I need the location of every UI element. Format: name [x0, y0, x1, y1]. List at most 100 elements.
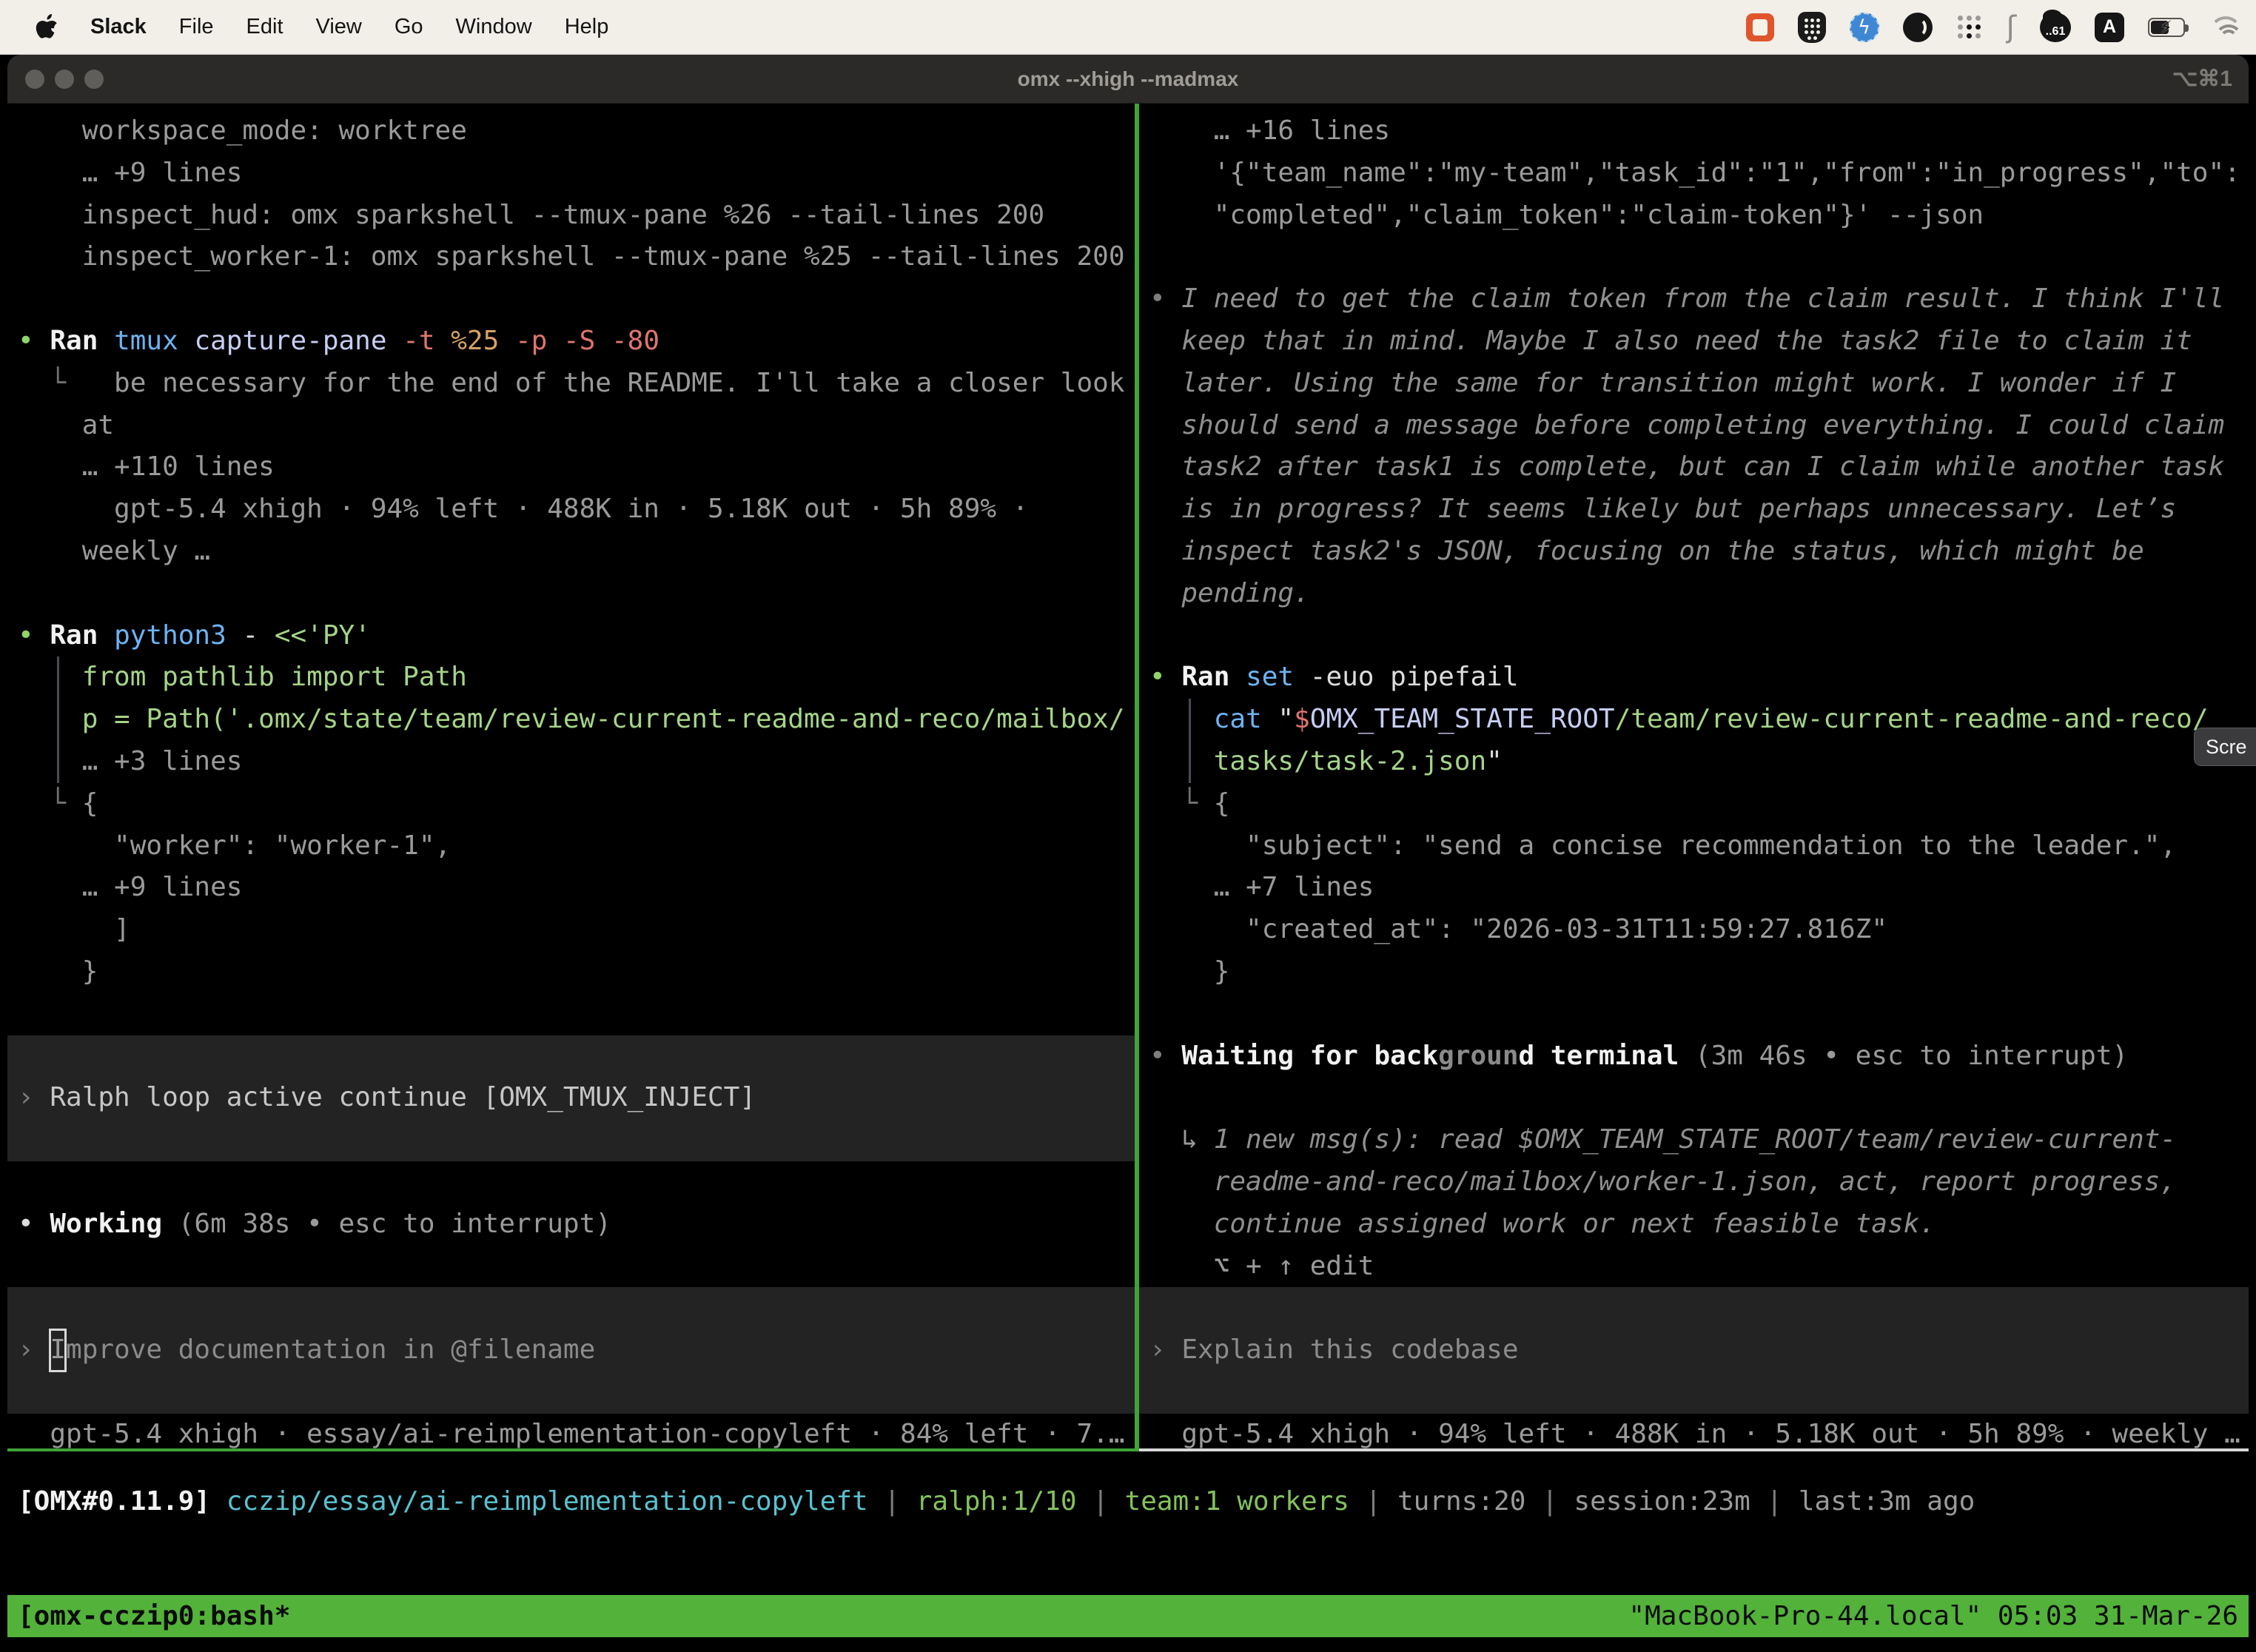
text-segment: Ralph loop active continue [OMX_TMUX_INJ… — [50, 1082, 756, 1112]
text-segment: [OMX#0.11.9] — [18, 1486, 226, 1517]
text-segment: … +16 lines — [1149, 115, 1390, 146]
menu-item-help[interactable]: Help — [565, 15, 609, 39]
terminal-line — [1139, 1371, 2249, 1414]
inactive-pane-border — [1139, 1448, 2249, 1451]
apple-menu-icon[interactable] — [34, 13, 59, 42]
omx-status-row: [OMX#0.11.9] cczip/essay/ai-reimplementa… — [7, 1481, 2249, 1523]
text-segment: | — [1349, 1486, 1397, 1517]
bullet-icon: • — [1149, 283, 1181, 314]
screen-share-badge[interactable]: Scre — [2194, 728, 2256, 766]
terminal-line: inspect_hud: omx sparkshell --tmux-pane … — [7, 195, 1135, 237]
indent-guide: │ — [18, 699, 82, 741]
text-segment: Waiting for back — [1181, 1041, 1438, 1071]
terminal-line — [1139, 993, 2249, 1035]
dots-grid-icon[interactable] — [1956, 14, 1983, 41]
bullet-icon: • — [18, 1209, 50, 1239]
omx-status-line: [OMX#0.11.9] cczip/essay/ai-reimplementa… — [7, 1481, 2249, 1523]
text-segment: set — [1246, 662, 1310, 692]
menu-item-edit[interactable]: Edit — [246, 15, 283, 39]
indent-guide: │ — [1149, 741, 1214, 783]
text-segment: -euo pipefail — [1310, 662, 1519, 692]
menu-item-view[interactable]: View — [316, 15, 362, 39]
text-segment: %25 — [451, 326, 515, 356]
terminal-line: └ { — [1139, 783, 2249, 825]
ran-set-line: • Ran set -euo pipefail — [1139, 657, 2249, 699]
indent-guide: │ — [18, 741, 82, 783]
text-segment: ralph:1/10 — [916, 1486, 1077, 1517]
prompt-icon: › — [18, 1334, 50, 1365]
text-segment: { — [82, 788, 98, 819]
text-segment: cczip/essay/ai-reimplementation-copyleft — [226, 1486, 868, 1517]
terminal-line — [7, 993, 1135, 1035]
terminal-line: } — [7, 951, 1135, 993]
terminal-line: later. Using the same for transition mig… — [1139, 363, 2249, 405]
text-segment: gpt-5.4 xhigh · 94% left · 488K in · 5.1… — [1149, 1419, 2240, 1449]
assistant-icon[interactable]: A — [2095, 13, 2124, 42]
charging-bolt-icon: ⚡ — [2160, 17, 2172, 38]
text-segment: workspace_mode: worktree — [18, 115, 467, 146]
wifi-icon[interactable] — [2209, 15, 2243, 40]
terminal-line: └ be necessary for the end of the README… — [7, 363, 1135, 405]
text-segment: cat — [1214, 704, 1278, 734]
terminal-line: … +7 lines — [1139, 867, 2249, 909]
text-segment: Ran — [50, 620, 114, 651]
terminal-line: … +9 lines — [7, 867, 1135, 909]
terminal-line: inspect_worker-1: omx sparkshell --tmux-… — [7, 236, 1135, 278]
hook-icon[interactable]: ʃ — [2007, 14, 2016, 41]
text-segment: at — [18, 410, 114, 440]
text-segment: task2 after task1 is complete, but can I… — [1149, 451, 2224, 482]
text-segment: groun — [1438, 1041, 1518, 1071]
tmux-session-window-label[interactable]: [omx-cczip0:bash* — [18, 1595, 290, 1637]
terminal-line — [7, 278, 1135, 320]
text-segment: | — [1525, 1486, 1574, 1517]
prompt-input[interactable]: › Improve documentation in @filename — [7, 1329, 1135, 1371]
terminal-line: task2 after task1 is complete, but can I… — [1139, 446, 2249, 488]
text-segment: session:23m — [1574, 1486, 1750, 1517]
ran-python-line: • Ran python3 - <<'PY' — [7, 615, 1135, 657]
text-segment: | — [1077, 1486, 1125, 1517]
terminal-line: "worker": "worker-1", — [7, 825, 1135, 867]
prompt-input[interactable]: › Explain this codebase — [1139, 1329, 2249, 1371]
terminal-line: readme-and-reco/mailbox/worker-1.json, a… — [1139, 1161, 2249, 1203]
text-segment: gpt-5.4 xhigh · 94% left · 488K in · 5.1… — [18, 494, 1028, 524]
window-title-bar[interactable]: omx --xhigh --madmax ⌥⌘1 — [7, 55, 2249, 104]
text-segment: inspect_hud: omx sparkshell --tmux-pane … — [18, 200, 1044, 230]
text-segment: -p -S -80 — [515, 326, 659, 356]
tmux-panes: workspace_mode: worktree … +9 lines insp… — [7, 104, 2249, 1448]
keypad-icon[interactable] — [1798, 12, 1826, 43]
terminal-line: continue assigned work or next feasible … — [1139, 1203, 2249, 1246]
arc-icon[interactable] — [1903, 13, 1933, 42]
menu-item-window[interactable]: Window — [456, 15, 532, 39]
text-segment: inspect task2's JSON, focusing on the st… — [1149, 536, 2144, 566]
battery-icon[interactable]: ⚡ — [2148, 18, 2185, 37]
pane-bottom-border — [7, 1448, 2249, 1451]
chat-icon[interactable] — [1746, 13, 1774, 41]
terminal-line: is in progress? It seems likely but perh… — [1139, 488, 2249, 531]
text-segment: 1 new msg(s): read $OMX_TEAM_STATE_ROOT/… — [1214, 1124, 2176, 1155]
terminal-line: │ p = Path('.omx/state/team/review-curre… — [7, 699, 1135, 741]
text-segment: is in progress? It seems likely but perh… — [1149, 494, 2176, 524]
text-segment: should send a message before completing … — [1149, 410, 2224, 440]
text-segment: <<'PY' — [275, 620, 371, 651]
text-segment: | — [1750, 1486, 1799, 1517]
terminal-line — [7, 1246, 1135, 1288]
inject-banner: › Ralph loop active continue [OMX_TMUX_I… — [7, 1077, 1135, 1119]
text-segment: keep that in mind. Maybe I also need the… — [1149, 326, 2192, 356]
zap-icon[interactable]: ϟ — [1850, 13, 1879, 42]
bullet-icon: • — [1149, 1041, 1181, 1071]
pane-worker-1[interactable]: … +16 lines '{"team_name":"my-team","tas… — [1139, 104, 2249, 1448]
menu-item-file[interactable]: File — [179, 15, 214, 39]
text-segment: from pathlib import Path — [82, 662, 467, 692]
terminal-line: gpt-5.4 xhigh · 94% left · 488K in · 5.1… — [7, 488, 1135, 531]
terminal-line: │ cat "$OMX_TEAM_STATE_ROOT/team/review-… — [1139, 699, 2249, 741]
text-segment: | — [868, 1486, 916, 1517]
text-segment: $ — [1294, 704, 1310, 734]
active-pane-border — [7, 1448, 1139, 1451]
menu-item-go[interactable]: Go — [395, 15, 423, 39]
gauge-icon[interactable]: ..61 — [2040, 13, 2071, 42]
text-segment: Ran — [50, 326, 114, 356]
text-segment: team:1 workers — [1125, 1486, 1349, 1517]
pane-hud[interactable]: workspace_mode: worktree … +9 lines insp… — [7, 104, 1135, 1448]
menu-app-name[interactable]: Slack — [90, 15, 147, 39]
bullet-icon: • — [18, 620, 50, 651]
